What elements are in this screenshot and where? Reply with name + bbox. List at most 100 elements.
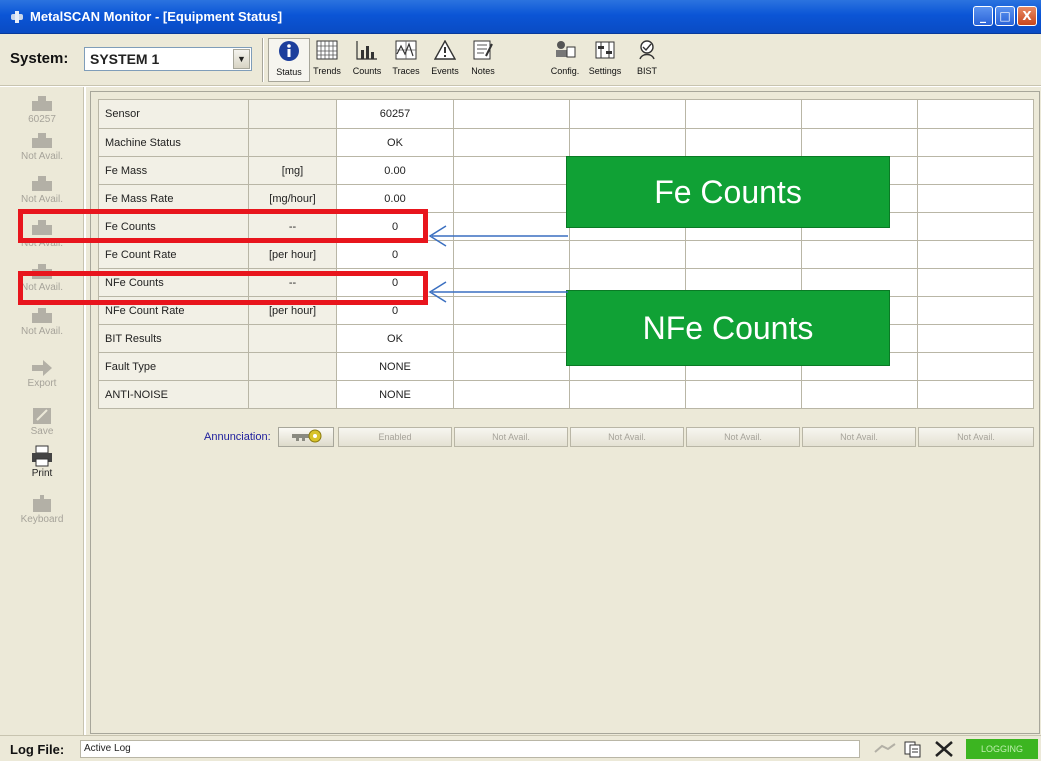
close-log-icon[interactable] <box>932 740 956 758</box>
row-name: BIT Results <box>98 324 249 353</box>
sidebar-item-keyboard[interactable]: Keyboard <box>0 495 84 525</box>
sensor-icon <box>31 175 53 193</box>
empty-cell <box>917 99 1034 129</box>
row-unit: [per hour] <box>248 240 337 269</box>
minimize-button[interactable]: _ <box>973 6 993 26</box>
row-unit <box>248 380 337 409</box>
sidebar-item-sensor-6[interactable]: Not Avail. <box>0 307 84 337</box>
trends-button[interactable]: Trends <box>306 38 348 82</box>
trends-icon <box>314 38 340 62</box>
settings-button[interactable]: Settings <box>584 38 626 82</box>
row-unit <box>248 352 337 381</box>
bist-button[interactable]: BIST <box>626 38 668 82</box>
settings-icon <box>592 38 618 62</box>
sidebar-item-sensor-3[interactable]: Not Avail. <box>0 175 84 205</box>
empty-cell <box>453 99 570 129</box>
row-value: OK <box>336 324 454 353</box>
row-name: Machine Status <box>98 128 249 157</box>
toolbar-separator <box>262 38 264 82</box>
sensor-icon <box>31 132 53 150</box>
sidebar-item-save[interactable]: Save <box>0 407 84 437</box>
notes-button[interactable]: Notes <box>462 38 504 82</box>
notes-icon <box>470 38 496 62</box>
fe-arrow <box>428 225 568 247</box>
annunciation-channel-4[interactable]: Not Avail. <box>686 427 800 447</box>
row-name: Fe Count Rate <box>98 240 249 269</box>
copy-icon[interactable] <box>902 740 924 758</box>
row-unit <box>248 324 337 353</box>
sensor-icon <box>31 95 53 113</box>
nfe-arrow <box>428 281 568 303</box>
table-row: ANTI-NOISE NONE <box>98 380 1034 409</box>
sidebar: 60257 Not Avail. Not Avail. Not Avail. N… <box>0 87 84 735</box>
row-unit <box>248 99 337 129</box>
sensor-icon <box>31 307 53 325</box>
system-select-value: SYSTEM 1 <box>90 51 160 67</box>
empty-cell <box>801 380 918 409</box>
title-bar[interactable]: MetalSCAN Monitor - [Equipment Status] _… <box>0 0 1041 34</box>
empty-cell <box>569 240 686 269</box>
status-button[interactable]: Status <box>268 38 310 82</box>
empty-cell <box>917 324 1034 353</box>
printer-icon <box>31 445 53 467</box>
sidebar-item-print[interactable]: Print <box>0 445 84 479</box>
traces-icon <box>393 38 419 62</box>
chevron-down-icon[interactable]: ▼ <box>233 49 250 69</box>
system-select[interactable]: SYSTEM 1 ▼ <box>84 47 252 71</box>
row-value: 0.00 <box>336 156 454 185</box>
annunciation-channel-2[interactable]: Not Avail. <box>454 427 568 447</box>
events-button[interactable]: Events <box>424 38 466 82</box>
row-value: NONE <box>336 380 454 409</box>
keyboard-icon <box>31 495 53 513</box>
traces-button[interactable]: Traces <box>385 38 427 82</box>
row-value: NONE <box>336 352 454 381</box>
counts-button[interactable]: Counts <box>346 38 388 82</box>
maximize-button[interactable]: □ <box>995 6 1015 26</box>
table-row: Machine Status OK <box>98 128 1034 157</box>
empty-cell <box>917 184 1034 213</box>
annunciation-key-button[interactable] <box>278 427 334 447</box>
annunciation-channel-5[interactable]: Not Avail. <box>802 427 916 447</box>
empty-cell <box>453 128 570 157</box>
empty-cell <box>569 99 686 129</box>
empty-cell <box>917 268 1034 297</box>
row-name: Fe Mass <box>98 156 249 185</box>
log-file-field[interactable]: Active Log <box>80 740 860 758</box>
row-value: 60257 <box>336 99 454 129</box>
sidebar-item-sensor-1[interactable]: 60257 <box>0 95 84 125</box>
sidebar-item-sensor-2[interactable]: Not Avail. <box>0 132 84 162</box>
row-unit: [mg] <box>248 156 337 185</box>
empty-cell <box>685 99 802 129</box>
table-row: Sensor 60257 <box>98 99 1034 129</box>
close-button[interactable]: X <box>1017 6 1037 26</box>
empty-cell <box>801 99 918 129</box>
row-name: Fault Type <box>98 352 249 381</box>
row-name: Sensor <box>98 99 249 129</box>
empty-cell <box>453 324 570 353</box>
empty-cell <box>569 128 686 157</box>
annunciation-label: Annunciation: <box>204 431 271 443</box>
status-bar: Log File: Active Log LOGGING <box>0 735 1041 761</box>
app-icon <box>10 10 24 23</box>
row-name: ANTI-NOISE <box>98 380 249 409</box>
warning-icon <box>432 38 458 62</box>
connect-icon[interactable] <box>872 740 898 758</box>
empty-cell <box>453 184 570 213</box>
empty-cell <box>453 352 570 381</box>
fe-counts-highlight <box>18 209 428 243</box>
row-value: OK <box>336 128 454 157</box>
empty-cell <box>917 352 1034 381</box>
counts-icon <box>354 38 380 62</box>
empty-cell <box>453 156 570 185</box>
system-label: System: <box>10 50 69 67</box>
annunciation-channel-3[interactable]: Not Avail. <box>570 427 684 447</box>
export-icon <box>31 359 53 377</box>
empty-cell <box>917 380 1034 409</box>
annunciation-channel-1[interactable]: Enabled <box>338 427 452 447</box>
sidebar-item-export[interactable]: Export <box>0 359 84 389</box>
config-button[interactable]: Config. <box>544 38 586 82</box>
save-icon <box>31 407 53 425</box>
annunciation-channel-6[interactable]: Not Avail. <box>918 427 1034 447</box>
annunciation-row: Annunciation: Enabled Not Avail. Not Ava… <box>98 427 1038 449</box>
config-icon <box>552 38 578 62</box>
